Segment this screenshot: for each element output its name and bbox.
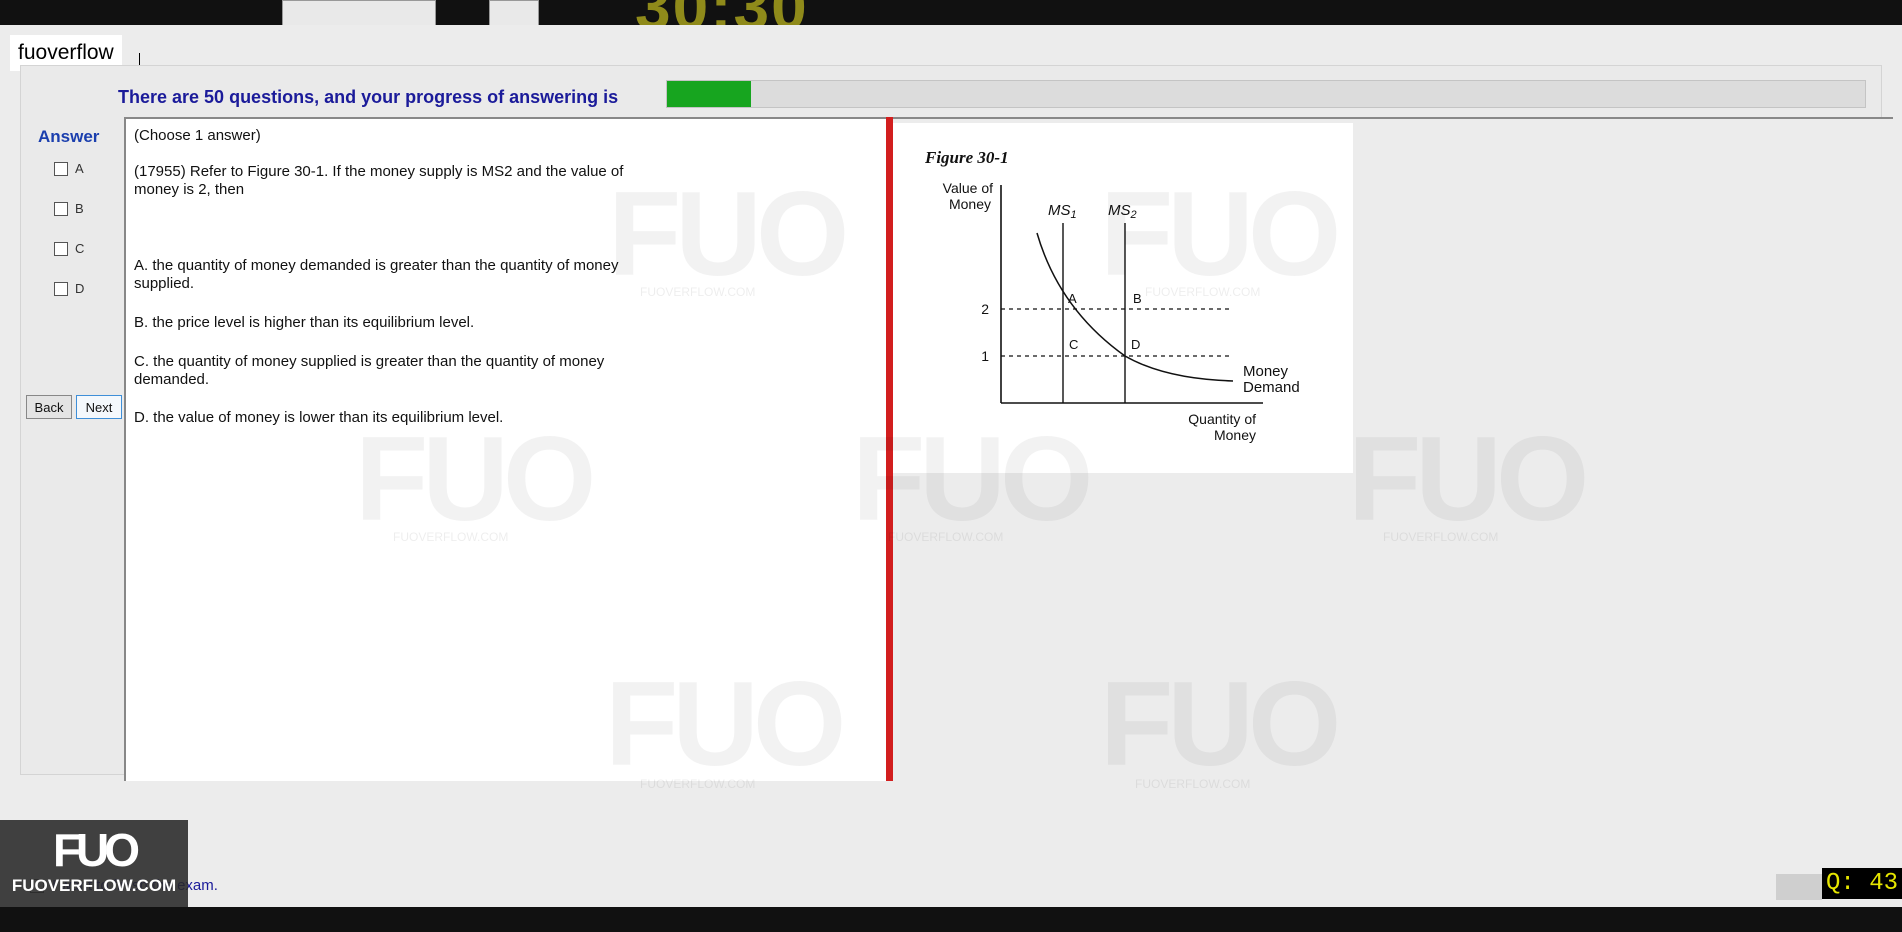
ms2-label: MS2	[1108, 202, 1137, 221]
question-counter-track	[1776, 874, 1822, 900]
choice-b: B. the price level is higher than its eq…	[134, 314, 475, 331]
answer-option-b[interactable]: B	[54, 201, 84, 216]
checkbox-c[interactable]	[54, 241, 68, 256]
exam-window: fuoverflow There are 50 questions, and y…	[0, 25, 1902, 907]
top-bar: 30:30	[0, 0, 1902, 25]
back-button[interactable]: Back	[26, 395, 72, 419]
x-axis-label-line2: Money	[1214, 427, 1256, 443]
top-small-control[interactable]	[489, 0, 539, 25]
y-axis-label-line1: Value of	[943, 180, 993, 196]
point-b-label: B	[1133, 291, 1142, 306]
choice-c-line2: demanded.	[134, 371, 210, 388]
question-instruction: (Choose 1 answer)	[134, 127, 261, 144]
top-dropdown[interactable]	[282, 0, 436, 25]
y-axis-label-line2: Money	[949, 196, 991, 212]
figure-title: Figure 30-1	[924, 148, 1009, 167]
answer-option-c[interactable]: C	[54, 241, 84, 256]
choice-a-line2: supplied.	[134, 275, 195, 292]
answer-option-a[interactable]: A	[54, 161, 84, 176]
progress-bar-fill	[667, 81, 751, 107]
progress-label: There are 50 questions, and your progres…	[118, 87, 619, 107]
tick-label-1: 1	[981, 348, 989, 364]
ms1-label: MS1	[1048, 202, 1077, 221]
answer-option-label: A	[75, 161, 84, 176]
answer-option-label: C	[75, 241, 85, 256]
money-demand-label-line1: Money	[1243, 363, 1289, 380]
money-demand-curve	[1036, 232, 1234, 382]
question-counter: Q: 43	[1822, 868, 1902, 899]
choice-c-line1: C. the quantity of money supplied is gre…	[134, 353, 605, 370]
answer-title: Answer	[38, 127, 100, 146]
question-panel: (Choose 1 answer) (17955) Refer to Figur…	[124, 117, 886, 781]
progress-bar	[666, 80, 1866, 108]
x-axis-label-line1: Quantity of	[1188, 411, 1256, 427]
point-c-label: C	[1069, 337, 1078, 352]
point-d-label: D	[1131, 337, 1140, 352]
figure-30-1-diagram: Figure 30-1 Value of Money MS1 MS2 2 1 A…	[924, 148, 1300, 443]
tick-label-2: 2	[981, 301, 989, 317]
question-stem-line2: money is 2, then	[134, 181, 245, 198]
checkbox-a[interactable]	[54, 161, 68, 176]
money-demand-label-line2: Demand	[1243, 379, 1300, 396]
checkbox-b[interactable]	[54, 201, 68, 216]
point-a-label: A	[1068, 291, 1077, 306]
question-stem-line1: (17955) Refer to Figure 30-1. If the mon…	[134, 163, 624, 180]
checkbox-d[interactable]	[54, 281, 68, 296]
figure-image: Figure 30-1 Value of Money MS1 MS2 2 1 A…	[893, 123, 1353, 473]
logo-text: FUOVERFLOW.COM	[11, 876, 177, 895]
logo-mark: FUO	[52, 824, 140, 876]
fuoverflow-logo: FUO FUOVERFLOW.COM	[0, 820, 188, 907]
answer-option-label: D	[75, 281, 85, 296]
exam-timer: 30:30	[635, 0, 809, 25]
choice-a-line1: A. the quantity of money demanded is gre…	[134, 257, 619, 274]
figure-panel: Figure 30-1 Value of Money MS1 MS2 2 1 A…	[893, 117, 1893, 781]
answer-option-label: B	[75, 201, 84, 216]
next-button[interactable]: Next	[76, 395, 122, 419]
panel-splitter[interactable]	[886, 117, 893, 781]
bottom-bar	[0, 907, 1902, 932]
answer-option-d[interactable]: D	[54, 281, 84, 296]
choice-d: D. the value of money is lower than its …	[134, 409, 504, 426]
